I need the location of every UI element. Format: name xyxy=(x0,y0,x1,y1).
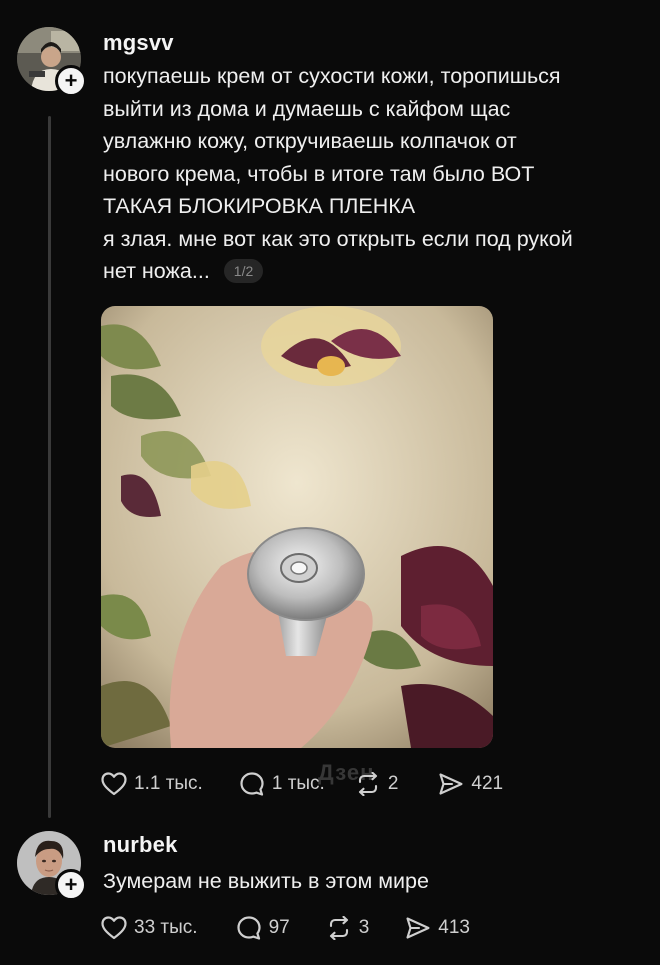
post-text-line: я злая. мне вот как это открыть если под… xyxy=(103,226,573,251)
avatar-nurbek-wrap[interactable]: + xyxy=(17,831,87,901)
send-icon xyxy=(406,917,430,939)
post-actions: 1.1 тыс. 1 тыс. 2 421 xyxy=(101,768,503,800)
like-button[interactable]: 1.1 тыс. xyxy=(101,772,203,796)
thread-line xyxy=(48,116,51,818)
share-button[interactable]: 421 xyxy=(438,772,503,796)
post-text: Зумерам не выжить в этом мире xyxy=(103,865,643,898)
comment-button[interactable]: 97 xyxy=(236,915,290,941)
photo-cream-tube xyxy=(101,306,493,748)
repost-button[interactable]: 3 xyxy=(326,916,370,940)
repost-count: 3 xyxy=(358,917,370,938)
post-text-line: увлажню кожу, откручиваешь колпачок от xyxy=(103,129,517,153)
repost-count: 2 xyxy=(387,773,399,794)
post-text-line: покупаешь крем от сухости кожи, торопишь… xyxy=(103,64,561,88)
comment-button[interactable]: 1 тыс. xyxy=(239,771,325,797)
post-text-tail: нет ножа... xyxy=(103,259,210,283)
username[interactable]: nurbek xyxy=(103,832,178,858)
plus-icon: + xyxy=(64,872,78,897)
comment-count: 97 xyxy=(268,917,290,938)
post-text: покупаешь крем от сухости кожи, торопишь… xyxy=(103,60,643,288)
comment-bubble-icon xyxy=(236,916,261,940)
heart-icon xyxy=(101,772,127,796)
post-text-line: ТАКАЯ БЛОКИРОВКА ПЛЕНКА xyxy=(103,194,416,218)
comment-bubble-icon xyxy=(240,772,264,796)
like-button[interactable]: 33 тыс. xyxy=(101,916,198,940)
post-text-line: нового крема, чтобы в итоге там было ВОТ xyxy=(103,161,535,186)
plus-icon: + xyxy=(64,68,78,93)
post-actions: 33 тыс. 97 3 413 xyxy=(101,912,470,944)
post-text-line: выйти из дома и думаешь с кайфом щас xyxy=(103,96,511,121)
post-photo[interactable] xyxy=(101,306,493,748)
share-count: 421 xyxy=(471,773,504,794)
post-mgsvv: + mgsvv покупаешь крем от сухости кожи, … xyxy=(0,0,660,820)
share-count: 413 xyxy=(438,917,470,938)
post-text-line: Зумерам не выжить в этом мире xyxy=(103,869,429,893)
like-count: 33 тыс. xyxy=(134,917,198,938)
avatar-mgsvv-wrap[interactable]: + xyxy=(17,27,87,97)
follow-button[interactable]: + xyxy=(55,869,87,901)
follow-button[interactable]: + xyxy=(55,65,87,97)
post-nurbek: + nurbek Зумерам не выжить в этом мире 3… xyxy=(0,820,660,965)
comment-count: 1 тыс. xyxy=(271,773,325,794)
send-icon xyxy=(439,773,463,795)
post-text-line-last: нет ножа... 1/2 xyxy=(103,255,643,288)
like-count: 1.1 тыс. xyxy=(134,773,203,794)
username[interactable]: mgsvv xyxy=(103,30,174,56)
repost-arrows-icon xyxy=(329,916,348,940)
media-counter: 1/2 xyxy=(223,259,264,283)
repost-button[interactable]: 2 xyxy=(355,772,399,796)
heart-icon xyxy=(101,916,127,940)
repost-arrows-icon xyxy=(358,772,377,796)
share-button[interactable]: 413 xyxy=(405,916,470,940)
